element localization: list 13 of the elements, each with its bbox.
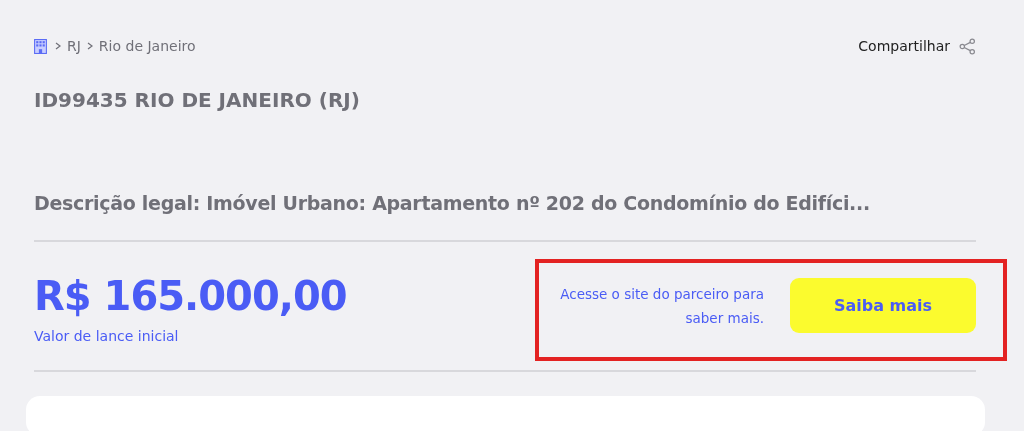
partner-note: Acesse o site do parceiro para saber mais. [559,284,764,328]
chevron-icon [86,42,93,50]
learn-more-button[interactable]: Saiba mais [790,278,976,333]
chevron-icon [55,42,61,50]
breadcrumb-link[interactable]: Rio de Janeiro [98,38,196,54]
price: R$ 165.000,00 [34,272,347,320]
breadcrumb-link[interactable]: RJ [67,38,81,54]
legal-description: Descrição legal: Imóvel Urbano: Apartamento nº 202 do Condomínio do Edifíci... [34,192,871,214]
share-icon [959,37,976,55]
building-icon[interactable] [34,38,47,54]
share-button[interactable]: Compartilhar [858,37,976,55]
listing-title: ID99435 RIO DE JANEIRO (RJ) [34,88,361,112]
price-label: Valor de lance inicial [34,328,180,344]
